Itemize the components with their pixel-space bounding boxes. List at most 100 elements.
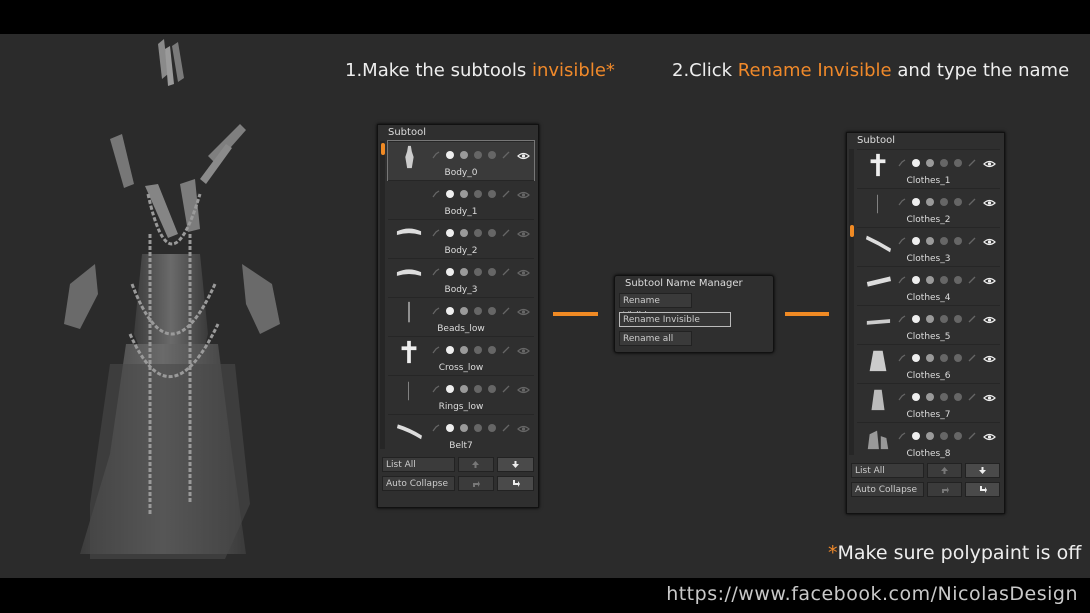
visibility-toggle[interactable]: [983, 231, 996, 250]
solo-toggle[interactable]: [474, 423, 482, 432]
visibility-toggle[interactable]: [517, 379, 530, 398]
solo-toggle[interactable]: [940, 392, 948, 401]
move-down-button[interactable]: [497, 457, 534, 472]
material-toggle[interactable]: [926, 314, 934, 323]
solo-toggle[interactable]: [940, 275, 948, 284]
polypaint-toggle[interactable]: [912, 236, 920, 245]
material-toggle[interactable]: [926, 353, 934, 362]
polypaint-toggle[interactable]: [446, 345, 454, 354]
dynamics-toggle[interactable]: [488, 189, 496, 198]
dynamics-toggle[interactable]: [954, 275, 962, 284]
material-toggle[interactable]: [926, 197, 934, 206]
material-toggle[interactable]: [460, 189, 468, 198]
merge-down-button[interactable]: [965, 482, 1000, 497]
material-toggle[interactable]: [926, 158, 934, 167]
subtool-row[interactable]: Belt7: [388, 414, 534, 453]
polypaint-toggle[interactable]: [446, 150, 454, 159]
solo-toggle[interactable]: [940, 158, 948, 167]
material-toggle[interactable]: [460, 423, 468, 432]
auto-collapse-button[interactable]: Auto Collapse: [382, 476, 455, 491]
material-toggle[interactable]: [460, 384, 468, 393]
solo-toggle[interactable]: [474, 150, 482, 159]
dynamics-toggle[interactable]: [488, 345, 496, 354]
rename-all-button[interactable]: Rename all: [619, 331, 692, 346]
material-toggle[interactable]: [926, 275, 934, 284]
solo-toggle[interactable]: [940, 314, 948, 323]
visibility-toggle[interactable]: [517, 418, 530, 437]
branch-button[interactable]: [927, 482, 962, 497]
polypaint-toggle[interactable]: [912, 314, 920, 323]
dynamics-toggle[interactable]: [954, 431, 962, 440]
subtool-scrollbar[interactable]: [849, 149, 854, 455]
material-toggle[interactable]: [460, 267, 468, 276]
list-all-button[interactable]: List All: [382, 457, 455, 472]
rename-invisible-button[interactable]: Rename Invisible: [619, 312, 731, 327]
solo-toggle[interactable]: [940, 431, 948, 440]
visibility-toggle[interactable]: [983, 387, 996, 406]
visibility-toggle[interactable]: [517, 184, 530, 203]
dynamics-toggle[interactable]: [488, 150, 496, 159]
dynamics-toggle[interactable]: [954, 392, 962, 401]
visibility-toggle[interactable]: [983, 270, 996, 289]
dynamics-toggle[interactable]: [488, 228, 496, 237]
move-up-button[interactable]: [457, 457, 495, 472]
material-toggle[interactable]: [460, 228, 468, 237]
subtool-row[interactable]: Body_0: [387, 140, 535, 181]
subtool-row[interactable]: Body_2: [388, 219, 534, 258]
dynamics-toggle[interactable]: [488, 423, 496, 432]
polypaint-toggle[interactable]: [912, 275, 920, 284]
visibility-toggle[interactable]: [983, 348, 996, 367]
dynamics-toggle[interactable]: [954, 353, 962, 362]
footer-url[interactable]: https://www.facebook.com/NicolasDesign: [666, 583, 1078, 605]
subtool-row[interactable]: Clothes_5: [857, 305, 1000, 344]
polypaint-toggle[interactable]: [912, 392, 920, 401]
polypaint-toggle[interactable]: [446, 423, 454, 432]
polypaint-toggle[interactable]: [446, 228, 454, 237]
rename-visible-button[interactable]: Rename Visible: [619, 293, 692, 321]
solo-toggle[interactable]: [474, 228, 482, 237]
dynamics-toggle[interactable]: [954, 158, 962, 167]
visibility-toggle[interactable]: [517, 262, 530, 281]
visibility-toggle[interactable]: [983, 192, 996, 211]
branch-button[interactable]: [457, 476, 495, 491]
polypaint-toggle[interactable]: [912, 353, 920, 362]
polypaint-toggle[interactable]: [912, 197, 920, 206]
polypaint-toggle[interactable]: [446, 384, 454, 393]
material-toggle[interactable]: [926, 392, 934, 401]
dynamics-toggle[interactable]: [954, 236, 962, 245]
solo-toggle[interactable]: [474, 306, 482, 315]
dynamics-toggle[interactable]: [954, 314, 962, 323]
visibility-toggle[interactable]: [517, 301, 530, 320]
subtool-row[interactable]: Clothes_7: [857, 383, 1000, 422]
solo-toggle[interactable]: [474, 345, 482, 354]
subtool-row[interactable]: Clothes_3: [857, 227, 1000, 266]
visibility-toggle[interactable]: [517, 340, 530, 359]
scroll-thumb[interactable]: [850, 225, 854, 237]
visibility-toggle[interactable]: [517, 223, 530, 242]
material-toggle[interactable]: [926, 431, 934, 440]
scroll-thumb[interactable]: [381, 143, 385, 155]
solo-toggle[interactable]: [940, 353, 948, 362]
material-toggle[interactable]: [460, 345, 468, 354]
polypaint-toggle[interactable]: [912, 158, 920, 167]
visibility-toggle[interactable]: [983, 426, 996, 445]
dynamics-toggle[interactable]: [954, 197, 962, 206]
solo-toggle[interactable]: [940, 197, 948, 206]
solo-toggle[interactable]: [474, 189, 482, 198]
material-toggle[interactable]: [926, 236, 934, 245]
solo-toggle[interactable]: [474, 267, 482, 276]
subtool-row[interactable]: Clothes_1: [857, 149, 1000, 188]
subtool-row[interactable]: Clothes_6: [857, 344, 1000, 383]
visibility-toggle[interactable]: [983, 309, 996, 328]
subtool-row[interactable]: Body_1: [388, 180, 534, 219]
subtool-row[interactable]: Clothes_8: [857, 422, 1000, 461]
material-toggle[interactable]: [460, 150, 468, 159]
dynamics-toggle[interactable]: [488, 306, 496, 315]
auto-collapse-button[interactable]: Auto Collapse: [851, 482, 924, 497]
subtool-row[interactable]: Beads_low: [388, 297, 534, 336]
visibility-toggle[interactable]: [983, 153, 996, 172]
polypaint-toggle[interactable]: [446, 267, 454, 276]
list-all-button[interactable]: List All: [851, 463, 924, 478]
move-down-button[interactable]: [965, 463, 1000, 478]
solo-toggle[interactable]: [940, 236, 948, 245]
